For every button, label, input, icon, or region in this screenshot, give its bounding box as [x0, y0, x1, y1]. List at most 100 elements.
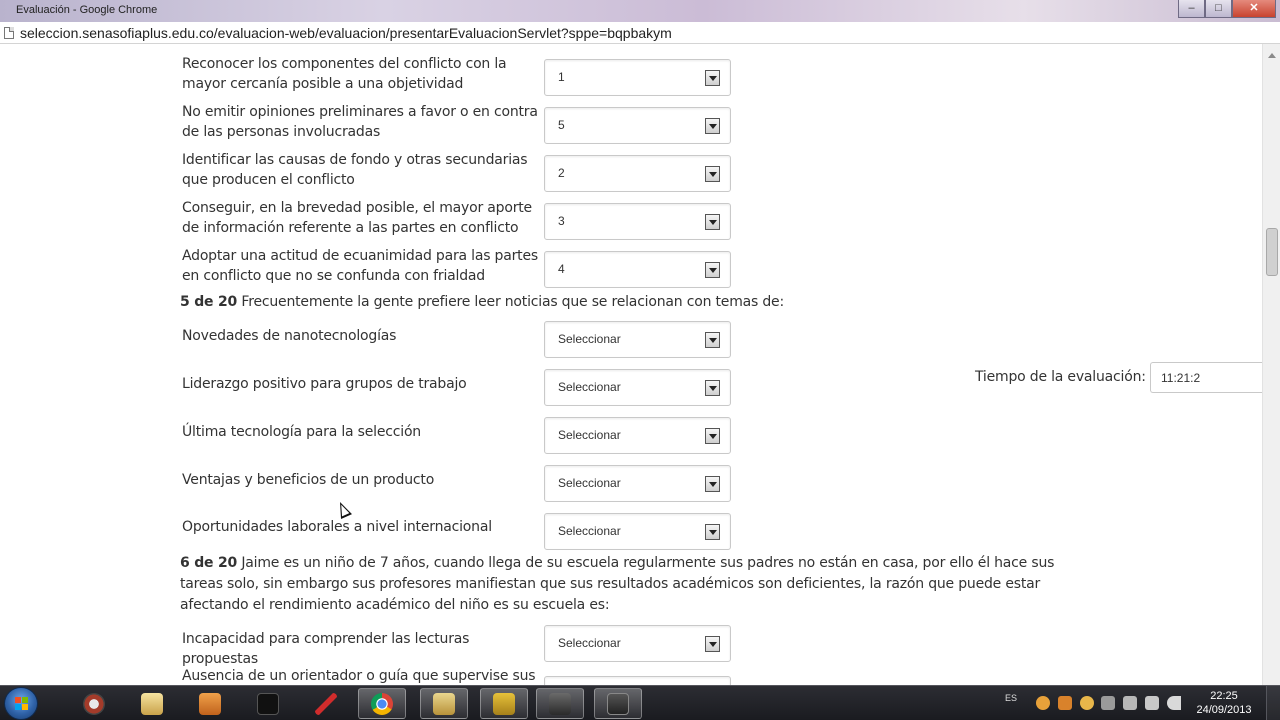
- answer-label: Reconocer los componentes del conflicto …: [182, 56, 507, 92]
- game-icon: [607, 692, 629, 715]
- ie-icon: [83, 692, 105, 715]
- select-value: 3: [558, 214, 565, 228]
- rank-select[interactable]: [544, 676, 731, 685]
- clock[interactable]: 22:25 24/09/2013: [1194, 689, 1254, 717]
- language-indicator[interactable]: ES: [1005, 693, 1017, 703]
- pen-icon: [315, 692, 337, 715]
- close-button[interactable]: ✕: [1232, 0, 1276, 18]
- minimize-button[interactable]: –: [1178, 0, 1205, 18]
- taskbar-app[interactable]: [128, 688, 176, 719]
- window-controls: – □ ✕: [1178, 0, 1276, 18]
- taskbar-app[interactable]: [302, 688, 350, 719]
- answer-label: Última tecnología para la selección: [182, 424, 421, 440]
- answer-label: Identificar las causas de fondo y otras …: [182, 152, 528, 188]
- chevron-down-icon[interactable]: [705, 118, 720, 134]
- app-icon: [549, 692, 571, 715]
- chevron-down-icon[interactable]: [705, 476, 720, 492]
- answer-label: Ausencia de un orientador o guía que sup…: [182, 668, 536, 684]
- start-button[interactable]: [4, 687, 38, 720]
- answer-label: Oportunidades laborales a nivel internac…: [182, 519, 492, 535]
- select-value: Seleccionar: [558, 524, 621, 538]
- select-value: Seleccionar: [558, 636, 621, 650]
- answer-label: Novedades de nanotecnologías: [182, 328, 397, 344]
- taskbar-app[interactable]: [480, 688, 528, 719]
- taskbar-app[interactable]: [594, 688, 642, 719]
- media-player-icon: [199, 692, 221, 715]
- blackberry-icon: [257, 692, 279, 715]
- chevron-down-icon[interactable]: [705, 70, 720, 86]
- page-icon: [4, 27, 14, 39]
- scroll-up-icon[interactable]: [1268, 53, 1276, 58]
- rank-select[interactable]: 3: [544, 203, 731, 240]
- maximize-button[interactable]: □: [1205, 0, 1232, 18]
- chevron-down-icon[interactable]: [705, 428, 720, 444]
- taskbar-app[interactable]: [70, 688, 118, 719]
- chevron-down-icon[interactable]: [705, 166, 720, 182]
- tray-app-icon[interactable]: [1058, 696, 1072, 710]
- select-value: 2: [558, 166, 565, 180]
- chevron-down-icon[interactable]: [705, 214, 720, 230]
- action-center-icon[interactable]: [1123, 696, 1137, 710]
- rank-select[interactable]: Seleccionar: [544, 625, 731, 662]
- question-body: Frecuentemente la gente prefiere leer no…: [241, 294, 784, 310]
- chevron-down-icon[interactable]: [705, 380, 720, 396]
- tray-app-icon[interactable]: [1101, 696, 1115, 710]
- question-body: Jaime es un niño de 7 años, cuando llega…: [180, 555, 1055, 613]
- chevron-down-icon[interactable]: [705, 262, 720, 278]
- chevron-down-icon[interactable]: [705, 332, 720, 348]
- select-value: 4: [558, 262, 565, 276]
- select-value: Seleccionar: [558, 428, 621, 442]
- question-number: 5 de 20: [180, 294, 238, 310]
- answer-label: Incapacidad para comprender las lecturas…: [182, 631, 470, 667]
- rank-select[interactable]: 4: [544, 251, 731, 288]
- timer-field: 11:21:2: [1150, 362, 1262, 393]
- vertical-scrollbar[interactable]: [1262, 44, 1280, 685]
- windows-logo-icon: [15, 697, 29, 711]
- rank-select[interactable]: 2: [544, 155, 731, 192]
- rank-select[interactable]: Seleccionar: [544, 417, 731, 454]
- clock-date: 24/09/2013: [1196, 704, 1252, 716]
- taskbar-app[interactable]: [358, 688, 406, 719]
- rank-select[interactable]: Seleccionar: [544, 321, 731, 358]
- url-text[interactable]: seleccion.senasofiaplus.edu.co/evaluacio…: [20, 25, 672, 41]
- select-value: Seleccionar: [558, 476, 621, 490]
- question-text: 6 de 20 Jaime es un niño de 7 años, cuan…: [180, 553, 1070, 616]
- select-value: Seleccionar: [558, 380, 621, 394]
- network-icon[interactable]: [1145, 696, 1159, 710]
- question-text: 5 de 20 Frecuentemente la gente prefiere…: [180, 292, 1070, 313]
- chevron-down-icon[interactable]: [705, 636, 720, 652]
- show-desktop-button[interactable]: [1266, 686, 1280, 720]
- answer-label: Liderazgo positivo para grupos de trabaj…: [182, 376, 467, 392]
- volume-icon[interactable]: [1167, 696, 1181, 710]
- timer-value: 11:21:2: [1161, 371, 1201, 385]
- answer-label: Ventajas y beneficios de un producto: [182, 472, 435, 488]
- rank-select[interactable]: Seleccionar: [544, 369, 731, 406]
- scroll-thumb[interactable]: [1266, 228, 1278, 276]
- rank-select[interactable]: 5: [544, 107, 731, 144]
- rank-select[interactable]: Seleccionar: [544, 513, 731, 550]
- answer-label: Adoptar una actitud de ecuanimidad para …: [182, 248, 538, 284]
- hd-video-icon: [493, 692, 515, 715]
- rank-select[interactable]: 1: [544, 59, 731, 96]
- folder-icon: [433, 692, 455, 715]
- taskbar-app[interactable]: [536, 688, 584, 719]
- tray-app-icon[interactable]: [1036, 696, 1050, 710]
- explorer-icon: [141, 692, 163, 715]
- tray-app-icon[interactable]: [1080, 696, 1094, 710]
- chevron-down-icon[interactable]: [705, 524, 720, 540]
- select-value: 1: [558, 70, 565, 84]
- chrome-icon: [371, 692, 393, 715]
- question-number: 6 de 20: [180, 555, 238, 571]
- taskbar-app[interactable]: [420, 688, 468, 719]
- page-content: Reconocer los componentes del conflicto …: [0, 44, 1262, 685]
- select-value: 5: [558, 118, 565, 132]
- select-value: Seleccionar: [558, 332, 621, 346]
- timer-label: Tiempo de la evaluación:: [975, 369, 1146, 385]
- rank-select[interactable]: Seleccionar: [544, 465, 731, 502]
- taskbar-app[interactable]: [244, 688, 292, 719]
- taskbar: ES 22:25 24/09/2013: [0, 685, 1280, 720]
- taskbar-app[interactable]: [186, 688, 234, 719]
- clock-time: 22:25: [1210, 690, 1238, 702]
- address-bar[interactable]: seleccion.senasofiaplus.edu.co/evaluacio…: [0, 22, 1280, 44]
- answer-label: Conseguir, en la brevedad posible, el ma…: [182, 200, 532, 236]
